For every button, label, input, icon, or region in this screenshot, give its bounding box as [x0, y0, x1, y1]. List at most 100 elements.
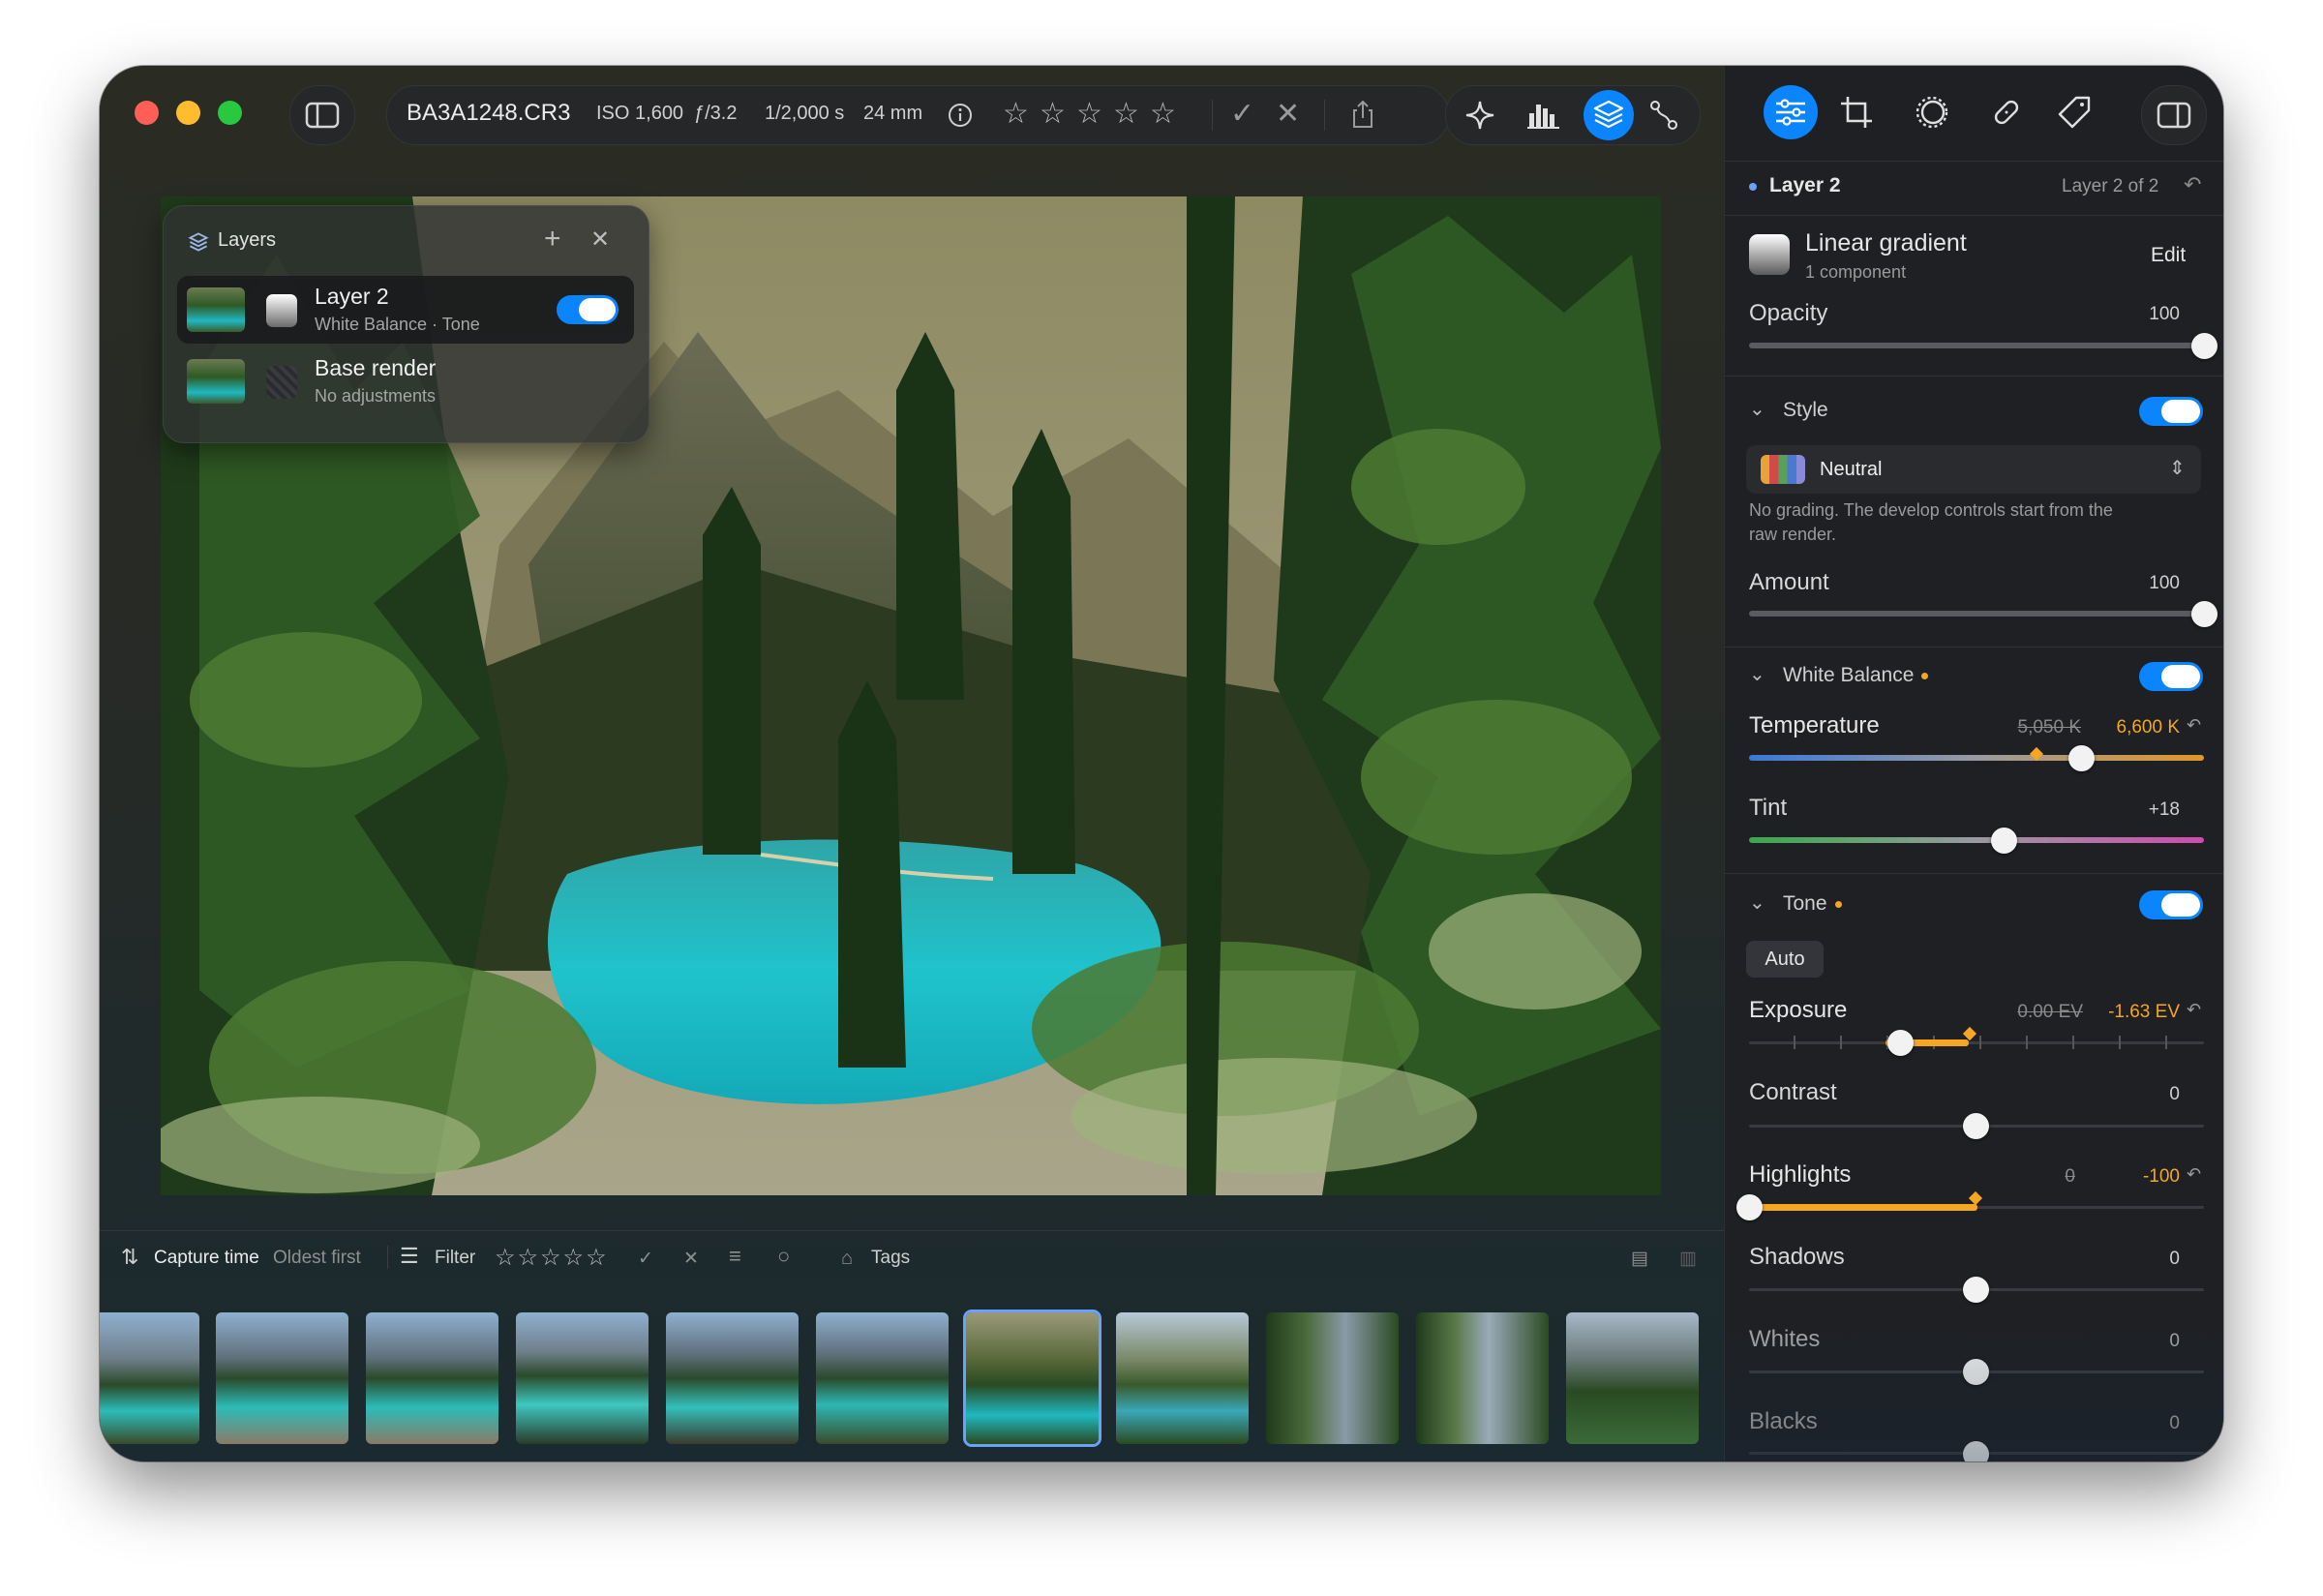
- filmstrip-thumbnail[interactable]: [666, 1312, 799, 1444]
- filmstrip-thumbnail[interactable]: [816, 1312, 949, 1444]
- close-window-button[interactable]: [135, 101, 159, 125]
- blacks-label: Blacks: [1749, 1408, 1818, 1434]
- filter-picked-icon[interactable]: ✓: [638, 1248, 653, 1270]
- filter-icon[interactable]: ☰: [400, 1244, 419, 1269]
- mask-edit-button[interactable]: Edit: [2151, 244, 2186, 267]
- amount-value[interactable]: 100: [2112, 573, 2180, 594]
- tags-label[interactable]: Tags: [871, 1248, 910, 1269]
- filter-label[interactable]: Filter: [435, 1248, 475, 1269]
- close-panel-icon[interactable]: ✕: [590, 226, 610, 254]
- shadows-value[interactable]: 0: [2112, 1249, 2180, 1270]
- opacity-slider-knob[interactable]: [2191, 333, 2217, 359]
- tint-slider-track[interactable]: [1749, 837, 2204, 843]
- contrast-value[interactable]: 0: [2112, 1084, 2180, 1105]
- star-5-icon[interactable]: ☆: [1150, 100, 1176, 129]
- exposure-value[interactable]: -1.63 EV: [2083, 1002, 2180, 1023]
- style-section-label[interactable]: Style: [1783, 399, 1828, 422]
- trash-icon[interactable]: ▥: [1679, 1248, 1697, 1270]
- add-layer-icon[interactable]: +: [544, 223, 561, 256]
- temperature-original: 5,050 K: [2017, 717, 2082, 738]
- whites-value[interactable]: 0: [2112, 1331, 2180, 1352]
- white-balance-toggle[interactable]: [2139, 662, 2203, 691]
- style-chevron-icon[interactable]: ⌄: [1749, 397, 1765, 421]
- crop-icon[interactable]: [1839, 95, 1874, 130]
- whites-label: Whites: [1749, 1326, 1821, 1352]
- opacity-slider-track[interactable]: [1749, 343, 2204, 348]
- layer-visibility-toggle[interactable]: [557, 295, 618, 324]
- contrast-slider-knob[interactable]: [1963, 1113, 1989, 1139]
- shadows-slider-knob[interactable]: [1963, 1277, 1989, 1303]
- sidebar-toggle-button[interactable]: [289, 85, 355, 145]
- filter-rejected-icon[interactable]: ✕: [683, 1248, 699, 1270]
- temperature-value[interactable]: 6,600 K: [2093, 717, 2181, 738]
- layer-row-base-render[interactable]: Base render No adjustments: [177, 347, 634, 415]
- white-balance-section-label[interactable]: White Balance: [1783, 664, 1929, 687]
- share-icon[interactable]: [1349, 99, 1376, 130]
- undo-icon[interactable]: ↶: [2184, 172, 2201, 197]
- temperature-slider-knob[interactable]: [2068, 745, 2095, 771]
- layer-header-dot: [1749, 183, 1757, 191]
- sort-icon[interactable]: ⇅: [121, 1245, 138, 1270]
- blacks-slider-knob[interactable]: [1963, 1441, 1989, 1461]
- blacks-value[interactable]: 0: [2112, 1413, 2180, 1434]
- temperature-reset-icon[interactable]: ↶: [2187, 715, 2201, 736]
- info-icon[interactable]: [947, 102, 974, 129]
- histogram-icon[interactable]: [1526, 100, 1561, 131]
- tint-value[interactable]: +18: [2112, 799, 2180, 821]
- zoom-window-button[interactable]: [218, 101, 242, 125]
- star-2-icon[interactable]: ☆: [1040, 100, 1066, 129]
- focal-length-value: 24 mm: [863, 103, 923, 124]
- filmstrip-thumbnail[interactable]: [1416, 1312, 1549, 1444]
- filmstrip-thumbnail[interactable]: [100, 1312, 199, 1444]
- filmstrip-thumbnail[interactable]: [216, 1312, 348, 1444]
- highlights-slider-knob[interactable]: [1736, 1194, 1763, 1220]
- adjust-tab-button[interactable]: [1764, 85, 1818, 139]
- sort-label[interactable]: Capture time: [154, 1248, 259, 1269]
- star-4-icon[interactable]: ☆: [1113, 100, 1139, 129]
- reject-x-icon[interactable]: ✕: [1276, 100, 1300, 129]
- highlights-reset-icon[interactable]: ↶: [2187, 1164, 2201, 1185]
- whites-slider-knob[interactable]: [1963, 1359, 1989, 1385]
- sparkle-icon[interactable]: [1463, 99, 1496, 132]
- bandage-icon[interactable]: [1989, 95, 2024, 130]
- tone-section-label[interactable]: Tone: [1783, 892, 1842, 916]
- path-tool-icon[interactable]: [1647, 99, 1680, 132]
- layer-row-layer-2[interactable]: Layer 2 White Balance · Tone: [177, 276, 634, 344]
- modified-dot: [1834, 900, 1842, 908]
- exposure-reset-icon[interactable]: ↶: [2187, 1000, 2201, 1020]
- exposure-slider-knob[interactable]: [1887, 1030, 1914, 1056]
- amount-slider-track[interactable]: [1749, 611, 2204, 617]
- tint-slider-knob[interactable]: [1991, 828, 2017, 854]
- auto-tone-button[interactable]: Auto: [1746, 941, 1824, 978]
- tone-chevron-icon[interactable]: ⌄: [1749, 890, 1765, 915]
- filmstrip-thumbnail-selected[interactable]: [966, 1312, 1099, 1444]
- highlights-value[interactable]: -100: [2102, 1166, 2180, 1188]
- filmstrip-thumbnail[interactable]: [1116, 1312, 1249, 1444]
- style-toggle[interactable]: [2139, 397, 2203, 426]
- minimize-window-button[interactable]: [176, 101, 200, 125]
- filter-color-icon[interactable]: ○: [777, 1244, 790, 1269]
- export-icon[interactable]: ▤: [1631, 1248, 1648, 1270]
- temperature-slider-track[interactable]: [1749, 755, 2204, 761]
- pick-check-icon[interactable]: ✓: [1230, 100, 1254, 129]
- white-balance-chevron-icon[interactable]: ⌄: [1749, 662, 1765, 686]
- filmstrip-thumbnail[interactable]: [516, 1312, 649, 1444]
- layer-subtitle: White Balance · Tone: [315, 315, 480, 334]
- star-3-icon[interactable]: ☆: [1076, 100, 1102, 129]
- tone-toggle[interactable]: [2139, 890, 2203, 919]
- mask-circle-icon[interactable]: [1913, 95, 1951, 130]
- layers-tool-button[interactable]: [1584, 90, 1634, 140]
- filmstrip-thumbnail[interactable]: [1266, 1312, 1399, 1444]
- filter-adjusted-icon[interactable]: ≡: [729, 1244, 741, 1269]
- opacity-value[interactable]: 100: [2112, 304, 2180, 325]
- amount-slider-knob[interactable]: [2191, 601, 2217, 627]
- filter-stars[interactable]: ☆☆☆☆☆: [495, 1244, 609, 1272]
- tag-icon[interactable]: ⌂: [841, 1248, 853, 1270]
- filmstrip-thumbnail[interactable]: [1566, 1312, 1699, 1444]
- star-1-icon[interactable]: ☆: [1003, 100, 1029, 129]
- filmstrip-thumbnail[interactable]: [366, 1312, 498, 1444]
- style-select[interactable]: Neutral ⇕: [1746, 445, 2201, 494]
- inspector-toggle-button[interactable]: [2141, 85, 2207, 145]
- sort-order[interactable]: Oldest first: [273, 1248, 361, 1269]
- tag-icon[interactable]: [2057, 95, 2092, 130]
